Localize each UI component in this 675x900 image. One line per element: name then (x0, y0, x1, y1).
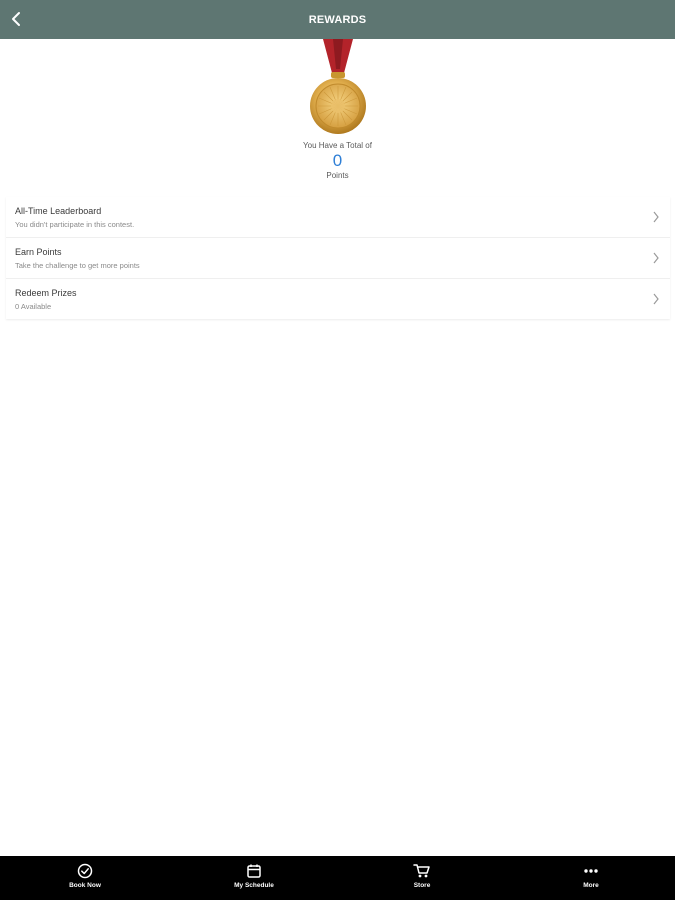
points-caption: You Have a Total of (303, 141, 372, 150)
tab-my-schedule[interactable]: My Schedule (209, 856, 299, 900)
tab-label: My Schedule (234, 882, 274, 889)
medal-icon (300, 39, 376, 139)
cart-icon (413, 862, 431, 880)
rewards-screen: REWARDS You Have a Total of 0 Points All… (0, 0, 675, 900)
back-button[interactable] (6, 8, 26, 30)
menu-item-title: Earn Points (15, 247, 62, 257)
tab-label: Store (413, 882, 431, 889)
tab-store[interactable]: Store (377, 856, 467, 900)
calendar-icon (245, 862, 263, 880)
points-unit: Points (326, 171, 349, 180)
points-summary: You Have a Total of 0 Points (0, 140, 675, 181)
menu-item-redeem-prizes[interactable]: Redeem Prizes 0 Available (6, 279, 670, 319)
menu-item-subtitle: You didn't participate in this contest. (15, 220, 135, 229)
menu-item-leaderboard[interactable]: All-Time Leaderboard You didn't particip… (6, 197, 670, 238)
bottom-tab-bar: Book Now My Schedule Store More (0, 856, 675, 900)
tab-book-now[interactable]: Book Now (40, 856, 130, 900)
chevron-right-icon (653, 252, 659, 264)
header-bar: REWARDS (0, 0, 675, 39)
menu-item-subtitle: Take the challenge to get more points (15, 261, 140, 270)
more-dots-icon (582, 862, 600, 880)
check-circle-icon (76, 862, 94, 880)
menu-item-title: All-Time Leaderboard (15, 206, 102, 216)
chevron-right-icon (653, 293, 659, 305)
chevron-right-icon (653, 211, 659, 223)
rewards-menu-list: All-Time Leaderboard You didn't particip… (6, 197, 670, 319)
tab-label: Book Now (69, 882, 101, 889)
tab-label: More (583, 882, 599, 889)
menu-item-earn-points[interactable]: Earn Points Take the challenge to get mo… (6, 238, 670, 279)
page-title: REWARDS (308, 13, 367, 26)
points-value: 0 (332, 151, 343, 170)
chevron-left-icon (12, 12, 20, 26)
menu-item-subtitle: 0 Available (15, 302, 52, 311)
tab-more[interactable]: More (546, 856, 636, 900)
menu-item-title: Redeem Prizes (15, 288, 77, 298)
